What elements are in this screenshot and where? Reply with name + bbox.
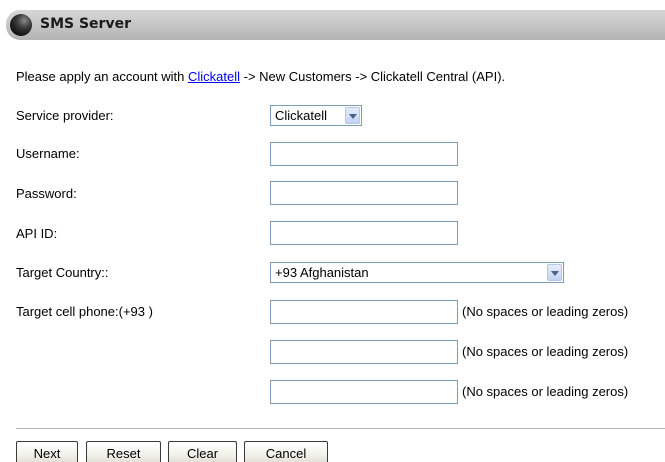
cancel-button[interactable]: Cancel bbox=[244, 441, 328, 462]
clear-button[interactable]: Clear bbox=[168, 441, 237, 462]
bullet-ball-icon bbox=[10, 14, 32, 36]
target-phone-field-3[interactable] bbox=[270, 380, 458, 404]
username-label: Username: bbox=[16, 146, 80, 161]
api-id-label: API ID: bbox=[16, 226, 58, 241]
clickatell-link[interactable]: Clickatell bbox=[188, 69, 240, 84]
intro-prefix: Please apply an account with bbox=[16, 69, 188, 84]
target-country-value: +93 Afghanistan bbox=[275, 265, 369, 280]
username-field[interactable] bbox=[270, 142, 458, 166]
target-phone-label: Target cell phone:(+93 ) bbox=[16, 304, 153, 319]
intro-suffix: -> New Customers -> Clickatell Central (… bbox=[240, 69, 506, 84]
target-country-select[interactable]: +93 Afghanistan bbox=[270, 262, 564, 283]
intro-text: Please apply an account with Clickatell … bbox=[16, 69, 505, 84]
api-id-field[interactable] bbox=[270, 221, 458, 245]
target-phone-hint-1: (No spaces or leading zeros) bbox=[462, 304, 629, 319]
target-country-label: Target Country:: bbox=[16, 265, 109, 280]
target-phone-field-2[interactable] bbox=[270, 340, 458, 364]
password-label: Password: bbox=[16, 186, 77, 201]
service-provider-label: Service provider: bbox=[16, 108, 114, 123]
section-title: SMS Server bbox=[40, 16, 131, 32]
dropdown-arrow-icon[interactable] bbox=[547, 264, 562, 281]
divider bbox=[16, 428, 665, 429]
section-header: SMS Server bbox=[6, 10, 665, 40]
target-phone-hint-2: (No spaces or leading zeros) bbox=[462, 344, 629, 359]
reset-button[interactable]: Reset bbox=[86, 441, 161, 462]
sms-server-page: SMS Server Please apply an account with … bbox=[0, 0, 665, 462]
next-button[interactable]: Next bbox=[16, 441, 78, 462]
dropdown-arrow-icon[interactable] bbox=[345, 107, 360, 124]
service-provider-select[interactable]: Clickatell bbox=[270, 105, 362, 126]
target-phone-hint-3: (No spaces or leading zeros) bbox=[462, 384, 629, 399]
password-field[interactable] bbox=[270, 181, 458, 205]
service-provider-value: Clickatell bbox=[275, 108, 328, 123]
target-phone-field-1[interactable] bbox=[270, 300, 458, 324]
